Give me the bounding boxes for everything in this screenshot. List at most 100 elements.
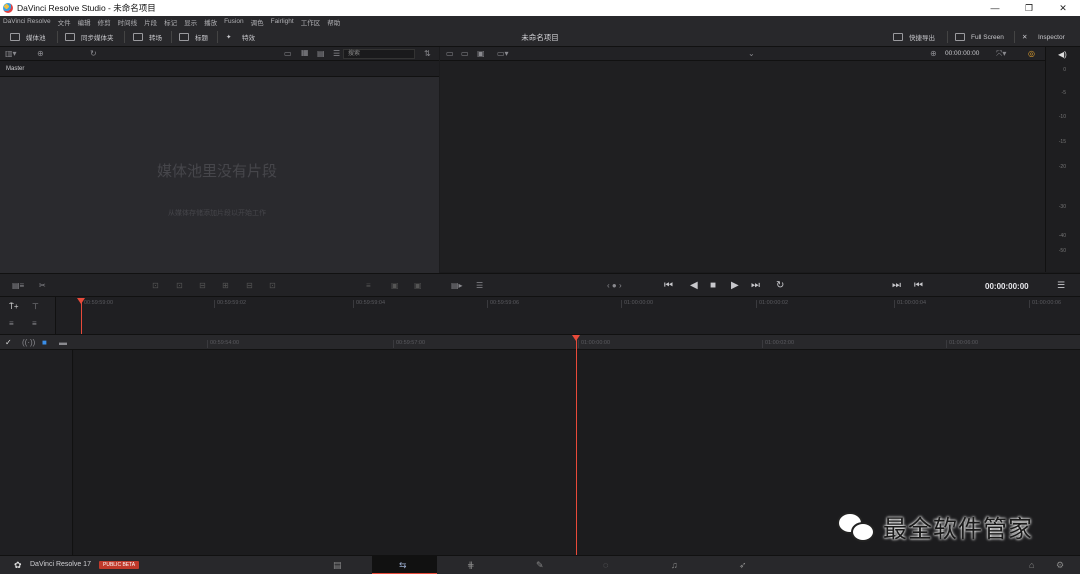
media-pool-button[interactable]: 媒体池 bbox=[10, 31, 46, 43]
menu-color[interactable]: 调色 bbox=[251, 17, 264, 27]
track-color-icon[interactable]: ■ bbox=[42, 338, 47, 347]
stop-icon[interactable]: ■ bbox=[710, 280, 716, 291]
replace-clip-icon[interactable]: ⊟ bbox=[199, 281, 206, 290]
color-page-icon[interactable]: ◌ bbox=[603, 560, 608, 570]
media-pool-search-input[interactable]: 搜索 bbox=[343, 49, 415, 59]
close-button[interactable]: ✕ bbox=[1046, 0, 1080, 16]
menu-workspace[interactable]: 工作区 bbox=[301, 17, 321, 27]
previous-marker-icon[interactable]: ‹ ● › bbox=[607, 281, 622, 290]
menu-file[interactable]: 文件 bbox=[58, 17, 71, 27]
toolbar-divider bbox=[171, 31, 172, 43]
overwrite-clip-icon[interactable]: ⊡ bbox=[176, 281, 183, 290]
track-headers bbox=[0, 350, 73, 555]
menu-edit[interactable]: 编辑 bbox=[78, 17, 91, 27]
marker-dial-icon[interactable]: ◎ bbox=[1028, 49, 1035, 58]
lower-playhead[interactable] bbox=[576, 335, 577, 555]
place-on-top-icon[interactable]: ⊟ bbox=[246, 281, 253, 290]
menu-clip[interactable]: 片段 bbox=[144, 17, 157, 27]
zoom-icon[interactable]: ⊕ bbox=[37, 49, 44, 58]
close-up-icon[interactable]: ▣ bbox=[391, 281, 399, 290]
source-viewer-icon[interactable]: ▣ bbox=[477, 49, 485, 58]
track-destination-icon[interactable]: T̄+ bbox=[9, 302, 19, 311]
full-screen-button[interactable]: Full Screen bbox=[955, 31, 1004, 43]
go-to-end-icon[interactable]: ⏭ bbox=[751, 280, 760, 291]
quick-export-button[interactable]: 快捷导出 bbox=[893, 31, 935, 43]
menu-davinci-resolve[interactable]: DaVinci Resolve bbox=[3, 18, 51, 25]
viewer-mode-dropdown-icon[interactable]: ▭▾ bbox=[497, 49, 509, 58]
play-reverse-icon[interactable]: ◀ bbox=[690, 280, 698, 291]
metadata-view-icon[interactable]: ▭ bbox=[284, 49, 292, 58]
audio-lock-icon[interactable]: ≡ bbox=[32, 319, 37, 328]
previous-edit-icon[interactable]: ⏮ bbox=[914, 280, 923, 291]
refresh-icon[interactable]: ↻ bbox=[90, 49, 97, 58]
zoom-viewer-icon[interactable]: ⊕ bbox=[930, 49, 937, 58]
dual-viewer-icon[interactable]: ▭ bbox=[461, 49, 469, 58]
timeline-view-icon[interactable]: ▬ bbox=[59, 338, 67, 347]
viewer-options-icon[interactable]: ⤧▾ bbox=[996, 49, 1006, 59]
menu-timeline[interactable]: 时间线 bbox=[118, 17, 138, 27]
next-edit-icon[interactable]: ⏭ bbox=[892, 280, 901, 291]
bin-list-toggle-icon[interactable]: ▥▾ bbox=[5, 49, 17, 58]
home-icon[interactable]: ⌂ bbox=[1029, 560, 1034, 570]
menu-help[interactable]: 帮助 bbox=[327, 17, 340, 27]
audio-scrub-icon[interactable]: ((·)) bbox=[22, 338, 35, 347]
media-pool-label: 媒体池 bbox=[26, 35, 46, 42]
sync-bin-button[interactable]: 同步媒体夹 bbox=[65, 31, 114, 43]
audio-meter: ◀) 0 -5 -10 -15 -20 -30 -40 -50 bbox=[1045, 47, 1080, 272]
thumbnail-view-icon[interactable]: ▦ bbox=[301, 48, 309, 57]
chevron-down-icon[interactable]: ⌄ bbox=[748, 49, 755, 58]
media-pool-empty-title: 媒体池里没有片段 bbox=[156, 163, 277, 180]
media-page-icon[interactable]: ▤ bbox=[333, 560, 342, 571]
fairlight-page-icon[interactable]: ♫ bbox=[671, 560, 678, 570]
bin-name[interactable]: Master bbox=[6, 66, 24, 72]
menu-trim[interactable]: 修剪 bbox=[98, 17, 111, 27]
ripple-overwrite-icon[interactable]: ≡ bbox=[366, 281, 371, 290]
transitions-button[interactable]: 转场 bbox=[133, 31, 162, 43]
audio-track-icon[interactable]: ≡ bbox=[9, 319, 14, 328]
timeline-viewer[interactable] bbox=[440, 61, 1045, 272]
single-viewer-icon[interactable]: ▭ bbox=[446, 49, 454, 58]
fit-to-fill-icon[interactable]: ⊞ bbox=[222, 281, 229, 290]
track-lock-icon[interactable]: ⊤ bbox=[32, 302, 39, 311]
public-beta-badge: PUBLIC BETA bbox=[99, 561, 140, 569]
deliver-page-icon[interactable]: ➶ bbox=[739, 560, 747, 571]
menu-fairlight[interactable]: Fairlight bbox=[271, 18, 294, 25]
menu-view[interactable]: 显示 bbox=[184, 17, 197, 27]
settings-gear-icon[interactable]: ⚙ bbox=[1056, 560, 1064, 571]
scissors-icon[interactable]: ✂ bbox=[39, 281, 46, 290]
menu-fusion[interactable]: Fusion bbox=[224, 18, 244, 25]
titles-button[interactable]: 标题 bbox=[179, 31, 208, 43]
list-view-icon[interactable]: ☰ bbox=[333, 49, 340, 58]
sort-icon[interactable]: ⇅ bbox=[424, 49, 431, 58]
cut-page-icon[interactable]: ⇆ bbox=[399, 560, 407, 571]
upper-playhead[interactable] bbox=[81, 298, 82, 334]
inspector-button[interactable]: ✕ Inspector bbox=[1022, 31, 1065, 43]
davinci-logo-icon bbox=[3, 3, 13, 13]
menu-mark[interactable]: 标记 bbox=[164, 17, 177, 27]
speaker-icon[interactable]: ◀) bbox=[1058, 50, 1067, 59]
effects-wand-icon: ✦ bbox=[226, 34, 232, 41]
minimize-button[interactable]: — bbox=[978, 0, 1012, 16]
sync-bin-label: 同步媒体夹 bbox=[81, 35, 114, 42]
menu-playback[interactable]: 播放 bbox=[204, 17, 217, 27]
play-icon[interactable]: ▶ bbox=[731, 280, 739, 291]
restore-button[interactable]: ❐ bbox=[1012, 0, 1046, 16]
clip-viewer-icon[interactable]: ▤▸ bbox=[451, 281, 463, 290]
toolbar-divider bbox=[947, 31, 948, 43]
loop-icon[interactable]: ↻ bbox=[776, 280, 784, 291]
go-to-start-icon[interactable]: ⏮ bbox=[664, 280, 673, 291]
viewer-menu-icon[interactable]: ☰ bbox=[1057, 280, 1065, 291]
filmstrip-view-icon[interactable]: ▤ bbox=[317, 49, 325, 58]
append-end-icon[interactable]: ⊡ bbox=[269, 281, 276, 290]
upper-timeline[interactable]: 00:59:59:00 00:59:59:02 00:59:59:04 00:5… bbox=[56, 297, 1080, 334]
snapping-icon[interactable]: ✓ bbox=[5, 338, 12, 347]
fusion-page-icon[interactable]: ✎ bbox=[536, 560, 544, 571]
insert-clip-icon[interactable]: ⊡ bbox=[152, 281, 159, 290]
effects-button[interactable]: ✦ 特效 bbox=[226, 31, 255, 43]
clip-list-icon[interactable]: ▤≡ bbox=[12, 281, 24, 290]
timeline-options-icon[interactable]: ☰ bbox=[476, 281, 483, 290]
edit-page-icon[interactable]: ⋕ bbox=[467, 560, 475, 571]
timecode-tick: 00:59:59:02 bbox=[214, 300, 246, 308]
timecode-tick: 00:59:54:00 bbox=[207, 340, 239, 348]
source-overwrite-icon[interactable]: ▣ bbox=[414, 281, 422, 290]
